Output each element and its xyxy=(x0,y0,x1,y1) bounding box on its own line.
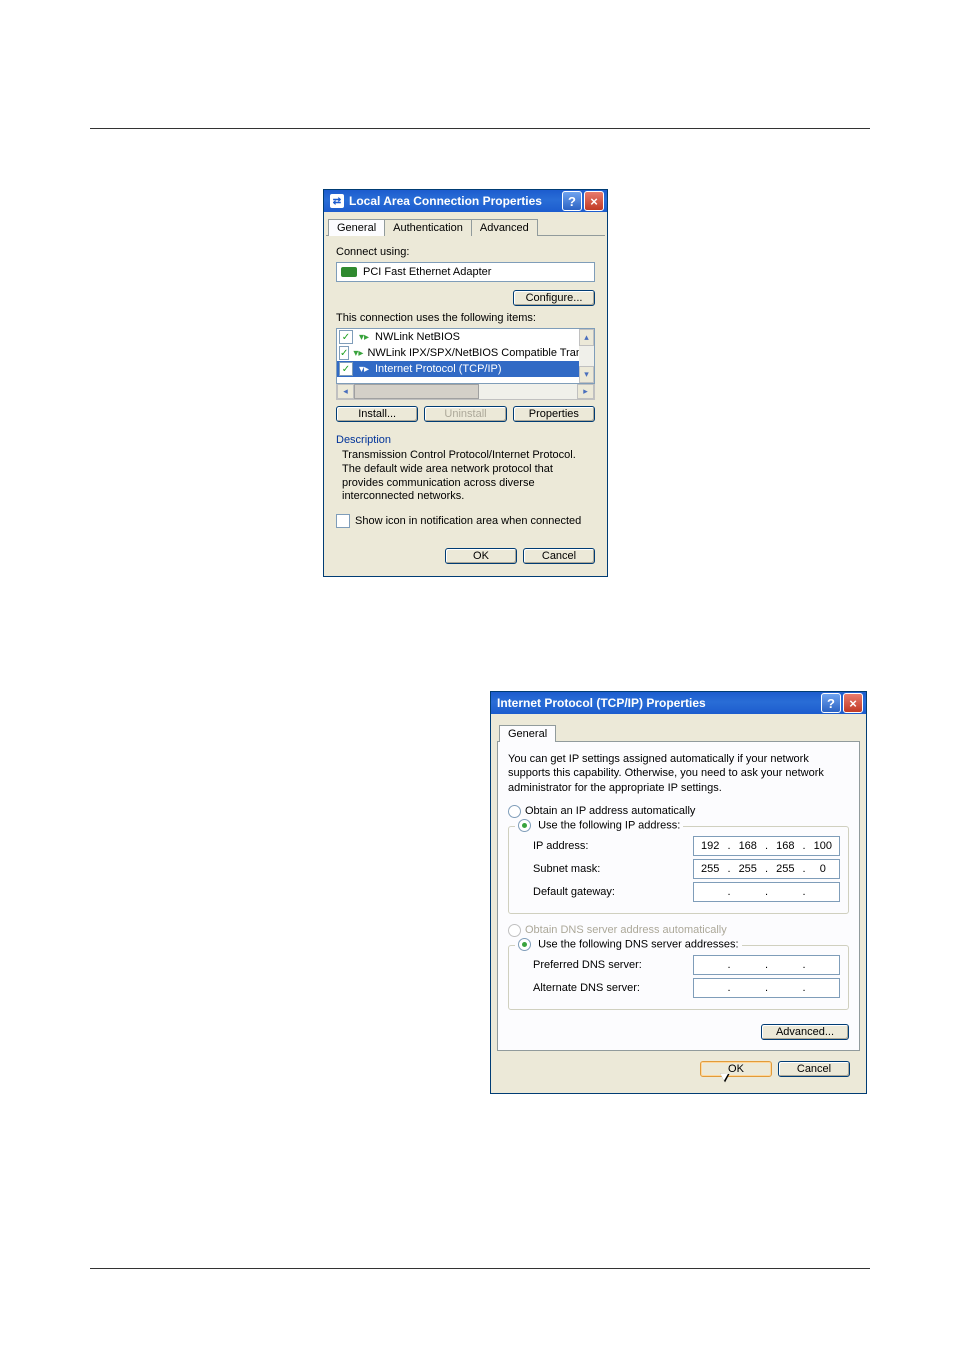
ok-button[interactable]: OK xyxy=(445,548,517,564)
gateway-input[interactable]: . . . xyxy=(693,882,840,902)
scrollbar-vertical[interactable]: ▴ ▾ xyxy=(579,329,594,383)
radio-auto-dns xyxy=(508,924,521,937)
ip-octet[interactable]: 255 xyxy=(694,863,726,875)
show-icon-checkbox[interactable] xyxy=(336,514,350,528)
radio-use-ip-label: Use the following IP address: xyxy=(538,819,680,831)
uninstall-button: Uninstall xyxy=(424,406,506,422)
protocol-list[interactable]: ✓ ▾▸ NWLink NetBIOS ✓ ▾▸ NWLink IPX/SPX/… xyxy=(336,328,595,384)
cancel-button[interactable]: Cancel xyxy=(523,548,595,564)
ip-octet[interactable]: 100 xyxy=(807,840,839,852)
close-button[interactable]: × xyxy=(843,693,863,713)
adapter-name: PCI Fast Ethernet Adapter xyxy=(363,266,491,278)
tab-advanced[interactable]: Advanced xyxy=(471,219,538,236)
local-area-connection-dialog: ⇄ Local Area Connection Properties ? × G… xyxy=(323,189,608,577)
scroll-right-icon[interactable]: ▸ xyxy=(577,384,594,399)
ip-octet[interactable]: 168 xyxy=(769,840,801,852)
radio-use-ip[interactable] xyxy=(518,819,531,832)
ok-button[interactable]: OK xyxy=(700,1061,772,1077)
cancel-button[interactable]: Cancel xyxy=(778,1061,850,1077)
scroll-track[interactable] xyxy=(579,346,594,366)
titlebar[interactable]: Internet Protocol (TCP/IP) Properties ? … xyxy=(491,692,866,714)
checkbox-icon[interactable]: ✓ xyxy=(339,330,353,344)
tab-general[interactable]: General xyxy=(328,219,385,236)
subnet-input[interactable]: 255. 255. 255. 0 xyxy=(693,859,840,879)
divider xyxy=(90,1268,870,1269)
pref-dns-label: Preferred DNS server: xyxy=(517,959,693,971)
scroll-thumb[interactable] xyxy=(354,384,479,399)
radio-auto-ip[interactable] xyxy=(508,805,521,818)
ip-octet[interactable]: 255 xyxy=(732,863,764,875)
divider xyxy=(90,128,870,129)
tcpip-properties-dialog: Internet Protocol (TCP/IP) Properties ? … xyxy=(490,691,867,1094)
scroll-track[interactable] xyxy=(354,384,577,399)
description-text: Transmission Control Protocol/Internet P… xyxy=(342,449,595,504)
pref-dns-input[interactable]: . . . xyxy=(693,955,840,975)
install-button[interactable]: Install... xyxy=(336,406,418,422)
connect-using-label: Connect using: xyxy=(336,246,595,258)
dialog-title: Internet Protocol (TCP/IP) Properties xyxy=(497,696,819,710)
subnet-label: Subnet mask: xyxy=(517,863,693,875)
alt-dns-label: Alternate DNS server: xyxy=(517,982,693,994)
radio-auto-ip-label: Obtain an IP address automatically xyxy=(525,805,695,817)
list-item[interactable]: ✓ ▾▸ NWLink IPX/SPX/NetBIOS Compatible T… xyxy=(337,345,594,361)
list-item[interactable]: ✓ ▾▸ Internet Protocol (TCP/IP) xyxy=(337,361,594,377)
radio-use-dns[interactable] xyxy=(518,938,531,951)
intro-text: You can get IP settings assigned automat… xyxy=(508,752,849,795)
properties-button[interactable]: Properties xyxy=(513,406,595,422)
radio-row[interactable]: Obtain an IP address automatically xyxy=(508,805,849,818)
checkbox-icon[interactable]: ✓ xyxy=(339,362,353,376)
items-label: This connection uses the following items… xyxy=(336,312,595,324)
protocol-icon: ▾▸ xyxy=(353,347,363,359)
tab-strip: General Authentication Advanced xyxy=(326,214,605,236)
ip-octet[interactable]: 0 xyxy=(807,863,839,875)
ip-octet[interactable]: 192 xyxy=(694,840,726,852)
ip-address-input[interactable]: 192. 168. 168. 100 xyxy=(693,836,840,856)
scrollbar-horizontal[interactable]: ◂ ▸ xyxy=(336,383,595,400)
fieldset-legend: Use the following DNS server addresses: xyxy=(515,938,742,951)
gateway-label: Default gateway: xyxy=(517,886,693,898)
scroll-left-icon[interactable]: ◂ xyxy=(337,384,354,399)
ip-octet[interactable]: 168 xyxy=(732,840,764,852)
radio-row: Obtain DNS server address automatically xyxy=(508,924,849,937)
titlebar[interactable]: ⇄ Local Area Connection Properties ? × xyxy=(324,190,607,212)
advanced-button[interactable]: Advanced... xyxy=(761,1024,849,1040)
checkbox-icon[interactable]: ✓ xyxy=(339,346,349,360)
configure-button[interactable]: Configure... xyxy=(513,290,595,306)
radio-use-dns-label: Use the following DNS server addresses: xyxy=(538,938,739,950)
show-icon-label: Show icon in notification area when conn… xyxy=(355,515,581,527)
description-label: Description xyxy=(336,434,595,446)
tab-general[interactable]: General xyxy=(499,725,556,742)
dialog-title: Local Area Connection Properties xyxy=(349,194,560,208)
close-button[interactable]: × xyxy=(584,191,604,211)
list-item[interactable]: ✓ ▾▸ NWLink NetBIOS xyxy=(337,329,594,345)
protocol-icon: ▾▸ xyxy=(357,363,371,375)
adapter-box[interactable]: PCI Fast Ethernet Adapter xyxy=(336,262,595,282)
radio-auto-dns-label: Obtain DNS server address automatically xyxy=(525,924,727,936)
ip-address-label: IP address: xyxy=(517,840,693,852)
help-button[interactable]: ? xyxy=(821,693,841,713)
list-item-label: NWLink IPX/SPX/NetBIOS Compatible Transp… xyxy=(367,347,595,359)
scroll-down-icon[interactable]: ▾ xyxy=(579,366,594,383)
scroll-up-icon[interactable]: ▴ xyxy=(579,329,594,346)
list-item-label: NWLink NetBIOS xyxy=(375,331,460,343)
alt-dns-input[interactable]: . . . xyxy=(693,978,840,998)
help-button[interactable]: ? xyxy=(562,191,582,211)
list-item-label: Internet Protocol (TCP/IP) xyxy=(375,363,502,375)
protocol-icon: ▾▸ xyxy=(357,331,371,343)
ip-octet[interactable]: 255 xyxy=(769,863,801,875)
tab-authentication[interactable]: Authentication xyxy=(384,219,472,236)
adapter-icon xyxy=(341,267,357,277)
connection-icon: ⇄ xyxy=(330,194,344,208)
tab-strip: General xyxy=(497,720,860,742)
fieldset-legend: Use the following IP address: xyxy=(515,819,683,832)
